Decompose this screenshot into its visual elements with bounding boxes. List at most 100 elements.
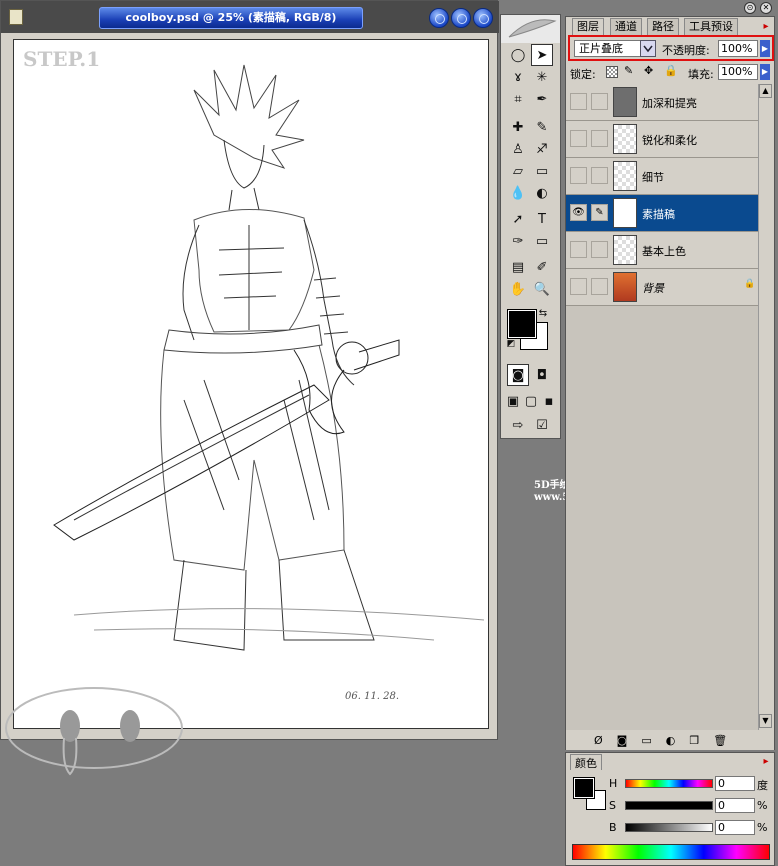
- blur-tool-icon[interactable]: 💧: [507, 182, 529, 204]
- visibility-toggle[interactable]: [570, 278, 587, 295]
- layers-footer: Ø ◙ ▭ ◐ ❐ 🗑: [566, 730, 774, 750]
- layer-name: 加深和提亮: [642, 97, 697, 110]
- fill-label: 填充:: [688, 68, 714, 81]
- color-panel-menu-icon[interactable]: ▸: [760, 756, 772, 770]
- full-screen-menu-mode-icon[interactable]: ▢: [522, 390, 540, 412]
- link-toggle[interactable]: [591, 130, 608, 147]
- quick-mask-mode-icon[interactable]: ◘: [531, 364, 553, 386]
- visibility-toggle[interactable]: [570, 241, 587, 258]
- document-title-bar[interactable]: coolboy.psd @ 25% (素描稿, RGB/8): [1, 1, 499, 33]
- add-mask-icon[interactable]: ◙: [617, 734, 628, 747]
- type-tool-icon[interactable]: T: [531, 208, 553, 230]
- zoom-tool-icon[interactable]: 🔍: [531, 278, 553, 300]
- scroll-down-icon[interactable]: ▼: [759, 714, 772, 728]
- brush-tool-icon[interactable]: ✎: [531, 116, 553, 138]
- layer-name: 基本上色: [642, 245, 686, 258]
- foreground-color-swatch[interactable]: [507, 309, 537, 339]
- link-toggle[interactable]: [591, 167, 608, 184]
- link-toggle[interactable]: [591, 93, 608, 110]
- pen-tool-icon[interactable]: ✑: [507, 230, 529, 252]
- fill-slider-arrow-icon[interactable]: ▶: [760, 64, 770, 80]
- move-tool-icon[interactable]: ➤: [531, 44, 553, 66]
- layer-thumbnail: [613, 235, 637, 265]
- layer-style-icon[interactable]: Ø: [594, 734, 603, 747]
- gradient-tool-icon[interactable]: ▭: [531, 160, 553, 182]
- saturation-slider-row: S 0 %: [605, 798, 775, 814]
- color-fg-swatch[interactable]: [573, 777, 595, 799]
- healing-brush-tool-icon[interactable]: ✚: [507, 116, 529, 138]
- lasso-tool-icon[interactable]: ɤ: [507, 66, 529, 88]
- panel-menu-icon[interactable]: ▸: [760, 20, 772, 34]
- history-brush-tool-icon[interactable]: ♐: [531, 138, 553, 160]
- clone-stamp-tool-icon[interactable]: ♙: [507, 138, 529, 160]
- new-group-icon[interactable]: ▭: [641, 734, 651, 747]
- layer-row-selected[interactable]: 👁 ✎ 素描稿: [566, 195, 758, 232]
- layer-row[interactable]: 基本上色: [566, 232, 758, 269]
- minimize-button[interactable]: [429, 8, 449, 28]
- layer-thumbnail: [613, 87, 637, 117]
- tab-color[interactable]: 颜色: [570, 754, 602, 770]
- saturation-slider[interactable]: [625, 801, 713, 810]
- notes-tool-icon[interactable]: ▤: [507, 256, 529, 278]
- swap-colors-icon[interactable]: ⇆: [536, 306, 550, 320]
- eraser-tool-icon[interactable]: ▱: [507, 160, 529, 182]
- magic-wand-tool-icon[interactable]: ✳: [531, 66, 553, 88]
- delete-layer-icon[interactable]: 🗑: [713, 734, 727, 747]
- layer-thumbnail: [613, 124, 637, 154]
- crop-tool-icon[interactable]: ⌗: [507, 88, 529, 110]
- path-selection-tool-icon[interactable]: ➚: [507, 208, 529, 230]
- layer-list-scrollbar[interactable]: ▲ ▼: [758, 84, 772, 730]
- lock-transparency-icon[interactable]: [606, 66, 618, 78]
- edit-in-imageready-icon[interactable]: ☑: [531, 414, 553, 436]
- saturation-input[interactable]: 0: [715, 798, 755, 813]
- visibility-toggle[interactable]: [570, 167, 587, 184]
- link-toggle[interactable]: [591, 278, 608, 295]
- layer-list: 加深和提亮 锐化和柔化 细节 👁 ✎ 素描稿 基本上色 背景 🔒: [566, 84, 758, 730]
- fill-input[interactable]: 100%: [718, 64, 758, 80]
- tab-tool-presets[interactable]: 工具预设: [684, 18, 738, 36]
- slice-tool-icon[interactable]: ✒: [531, 88, 553, 110]
- marquee-tool-icon[interactable]: ◯: [507, 44, 529, 66]
- layer-row[interactable]: 背景 🔒: [566, 269, 758, 306]
- layer-name: 素描稿: [642, 208, 675, 221]
- visibility-toggle[interactable]: [570, 93, 587, 110]
- eyedropper-tool-icon[interactable]: ✐: [531, 256, 553, 278]
- shape-tool-icon[interactable]: ▭: [531, 230, 553, 252]
- lock-position-icon[interactable]: ✥: [644, 64, 653, 77]
- hue-input[interactable]: 0: [715, 776, 755, 791]
- close-button[interactable]: [473, 8, 493, 28]
- maximize-button[interactable]: [451, 8, 471, 28]
- brightness-input[interactable]: 0: [715, 820, 755, 835]
- palette-close-icon[interactable]: ✕: [760, 2, 772, 14]
- layer-row[interactable]: 加深和提亮: [566, 84, 758, 121]
- layer-name: 细节: [642, 171, 664, 184]
- hue-slider[interactable]: [625, 779, 713, 788]
- canvas[interactable]: [5, 39, 489, 776]
- layer-row[interactable]: 细节: [566, 158, 758, 195]
- scroll-up-icon[interactable]: ▲: [759, 84, 772, 98]
- new-layer-icon[interactable]: ❐: [689, 734, 699, 747]
- default-colors-icon[interactable]: ◩: [505, 338, 517, 350]
- adjustment-layer-icon[interactable]: ◐: [666, 734, 676, 747]
- full-screen-mode-icon[interactable]: ▪: [540, 390, 558, 412]
- slider-unit: %: [757, 799, 768, 812]
- brush-icon[interactable]: ✎: [591, 204, 608, 221]
- tab-layers[interactable]: 图层: [572, 18, 604, 36]
- standard-mode-icon[interactable]: ◙: [507, 364, 529, 386]
- link-toggle[interactable]: [591, 241, 608, 258]
- color-spectrum-bar[interactable]: [572, 844, 770, 860]
- feather-logo-icon[interactable]: [501, 15, 560, 43]
- layer-row[interactable]: 锐化和柔化: [566, 121, 758, 158]
- palette-collapse-icon[interactable]: ⊙: [744, 2, 756, 14]
- brightness-slider[interactable]: [625, 823, 713, 832]
- eye-icon[interactable]: 👁: [570, 204, 587, 221]
- lock-all-icon[interactable]: 🔒: [664, 64, 678, 77]
- lock-image-icon[interactable]: ✎: [624, 64, 633, 77]
- visibility-toggle[interactable]: [570, 130, 587, 147]
- standard-screen-mode-icon[interactable]: ▣: [504, 390, 522, 412]
- tab-paths[interactable]: 路径: [647, 18, 679, 36]
- tab-channels[interactable]: 通道: [610, 18, 642, 36]
- dodge-tool-icon[interactable]: ◐: [531, 182, 553, 204]
- hand-tool-icon[interactable]: ✋: [507, 278, 529, 300]
- jump-to-imageready-icon[interactable]: ⇨: [507, 414, 529, 436]
